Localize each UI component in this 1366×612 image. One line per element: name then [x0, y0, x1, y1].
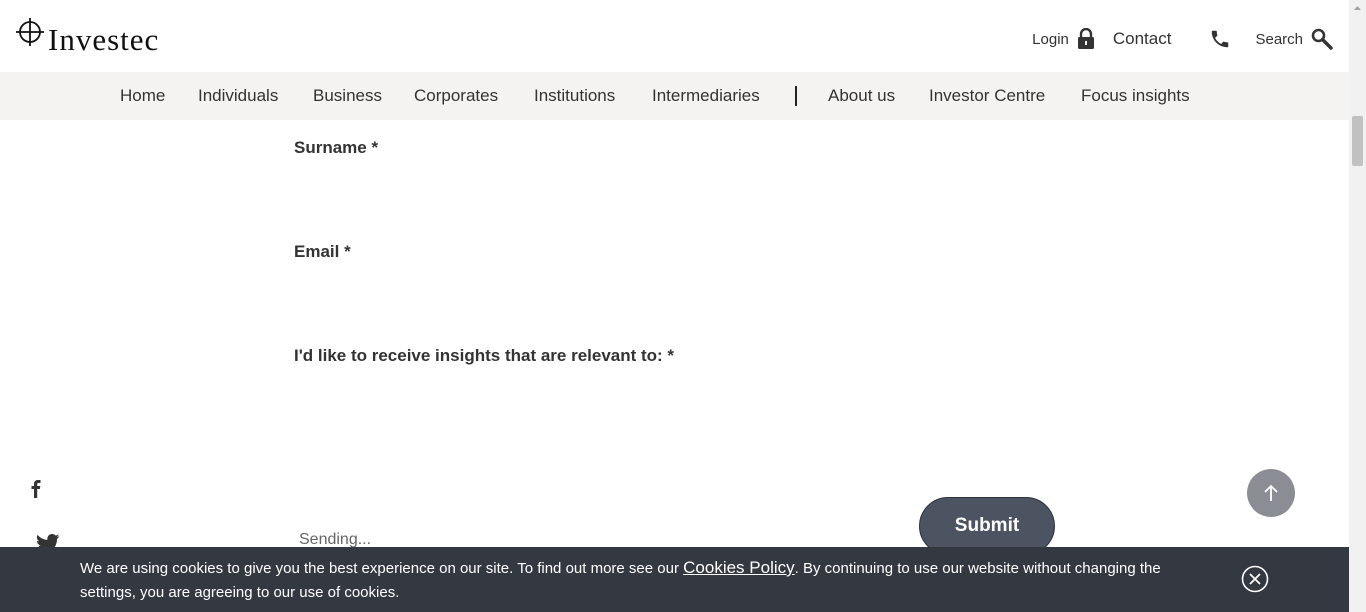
surname-label: Surname * [294, 138, 379, 157]
facebook-link[interactable] [30, 480, 42, 503]
investec-zebra-icon [16, 18, 44, 46]
main-nav: Home Individuals Business Corporates Ins… [0, 72, 1349, 120]
brand-name: Investec [48, 22, 160, 57]
arrow-up-icon [1264, 484, 1278, 501]
email-label: Email * [294, 242, 351, 261]
login-link[interactable]: Login [1032, 28, 1095, 50]
scrollbar-thumb[interactable] [1352, 116, 1363, 166]
cookie-message: We are using cookies to give you the bes… [80, 556, 1180, 605]
investec-logo[interactable]: Investec [16, 18, 159, 58]
page-scrollbar[interactable] [1349, 0, 1366, 612]
login-label: Login [1032, 30, 1069, 48]
nav-item-individuals[interactable]: Individuals [198, 72, 278, 120]
nav-item-home[interactable]: Home [120, 72, 165, 120]
search-icon [1311, 28, 1333, 50]
cookies-policy-link[interactable]: Cookies Policy [683, 558, 795, 577]
nav-item-focus-insights[interactable]: Focus insights [1081, 72, 1190, 120]
back-to-top-button[interactable] [1247, 469, 1295, 517]
cookie-text-before: We are using cookies to give you the bes… [80, 560, 684, 577]
nav-item-institutions[interactable]: Institutions [534, 72, 615, 120]
search-label: Search [1255, 30, 1303, 48]
nav-item-investor-centre[interactable]: Investor Centre [929, 72, 1045, 120]
search-link[interactable]: Search [1255, 28, 1333, 50]
utility-nav: Login Contact Search [1032, 28, 1333, 50]
nav-item-corporates[interactable]: Corporates [414, 72, 498, 120]
contact-label: Contact [1112, 29, 1172, 48]
nav-divider [795, 86, 797, 106]
close-icon [1241, 565, 1269, 593]
lock-icon [1077, 28, 1094, 49]
facebook-icon [31, 480, 41, 498]
nav-item-business[interactable]: Business [313, 72, 382, 120]
insights-label: I'd like to receive insights that are re… [294, 346, 675, 365]
cookie-banner: We are using cookies to give you the bes… [0, 547, 1349, 612]
site-header: Investec Login Contact Search [0, 0, 1349, 72]
cookie-close-button[interactable] [1241, 565, 1269, 593]
nav-item-intermediaries[interactable]: Intermediaries [652, 72, 760, 120]
scroll-up-arrow-icon[interactable] [1349, 0, 1366, 17]
phone-icon [1212, 30, 1229, 48]
contact-link[interactable]: Contact [1113, 28, 1232, 50]
nav-item-about-us[interactable]: About us [828, 72, 895, 120]
